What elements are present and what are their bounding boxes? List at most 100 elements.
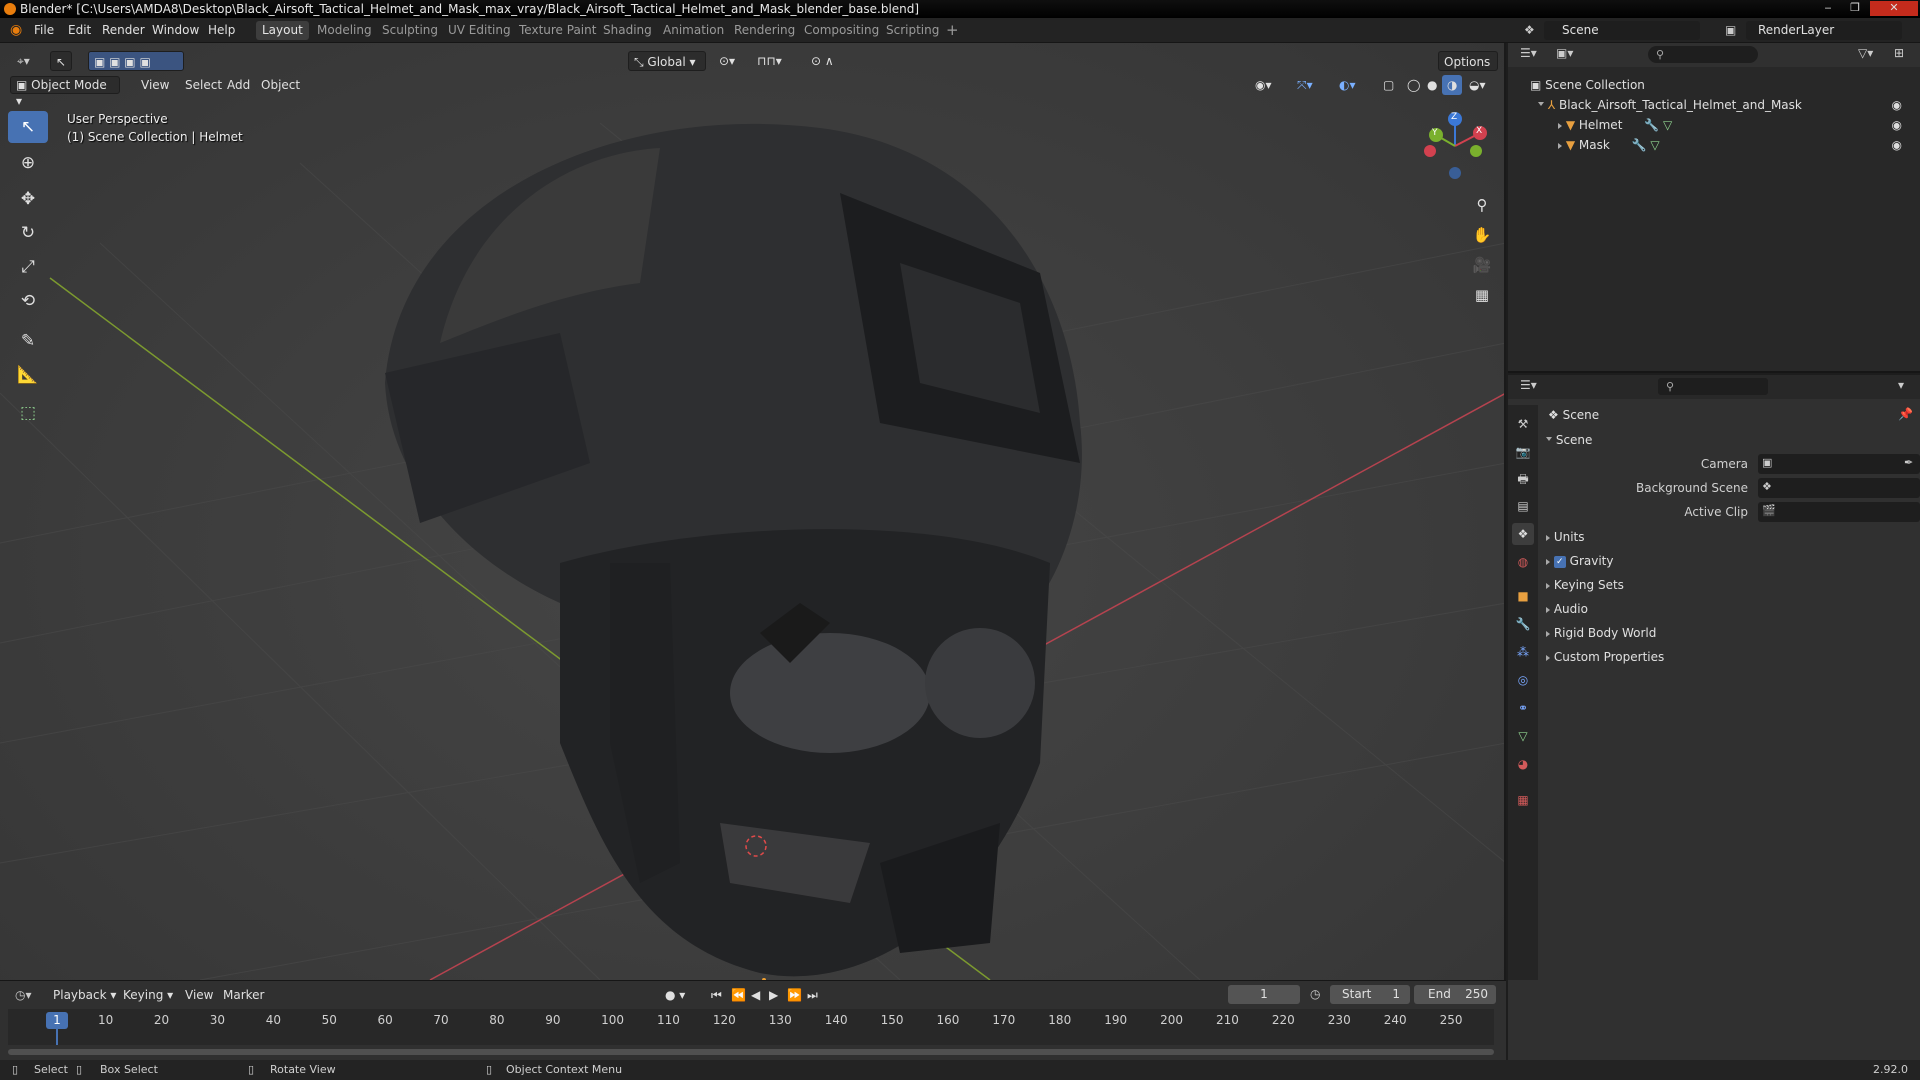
modifier-wrench-icon[interactable]: 🔧 bbox=[1644, 118, 1659, 132]
solid-shading-icon[interactable]: ● bbox=[1422, 75, 1442, 95]
3d-viewport[interactable]: ⌖▾ ↖ ▣ ▣ ▣ ▣ ⤡ Global ▾ ⊙▾ ⊓⊓▾ ⊙ ∧ Optio… bbox=[0, 43, 1506, 980]
visibility-eye-icon[interactable]: ◉ bbox=[1892, 95, 1902, 115]
scene-tab-icon[interactable]: ❖ bbox=[1512, 523, 1534, 545]
tab-scripting[interactable]: Scripting bbox=[880, 21, 945, 40]
close-button[interactable]: ✕ bbox=[1870, 1, 1918, 16]
tab-shading[interactable]: Shading bbox=[597, 21, 658, 40]
properties-editor-icon[interactable]: ☰▾ bbox=[1520, 378, 1537, 392]
pan-hand-icon[interactable]: ✋ bbox=[1468, 221, 1496, 249]
expand-arrow-icon[interactable] bbox=[1558, 123, 1562, 129]
render-layer-selector[interactable]: RenderLayer bbox=[1746, 21, 1902, 40]
editor-type-icon[interactable]: ⌖▾ bbox=[12, 51, 35, 71]
expand-arrow-icon[interactable] bbox=[1558, 143, 1562, 149]
start-frame-field[interactable]: Start 1 bbox=[1330, 985, 1410, 1004]
background-scene-field[interactable]: ❖ bbox=[1758, 478, 1920, 498]
panel-expand-icon[interactable] bbox=[1546, 631, 1550, 637]
output-tab-icon[interactable]: 🖶 bbox=[1512, 469, 1534, 491]
menu-edit[interactable]: Edit bbox=[68, 18, 91, 43]
visibility-eye-icon[interactable]: ◉ bbox=[1892, 135, 1902, 155]
viewport-menu-add[interactable]: Add bbox=[222, 75, 255, 95]
tab-sculpting[interactable]: Sculpting bbox=[376, 21, 444, 40]
navigation-gizmo[interactable]: Z X Y bbox=[1420, 111, 1490, 181]
minimize-button[interactable]: ‒ bbox=[1816, 1, 1840, 16]
timeline-menu-marker[interactable]: Marker bbox=[218, 985, 269, 1005]
properties-search-input[interactable]: ⚲ bbox=[1658, 378, 1768, 395]
snap-icon[interactable]: ⊓⊓▾ bbox=[752, 51, 787, 71]
current-frame-field[interactable]: 1 bbox=[1228, 985, 1300, 1004]
cursor-tool-icon[interactable]: ⊕ bbox=[8, 147, 48, 179]
play-icon[interactable]: ▶ bbox=[764, 985, 783, 1005]
modifier-wrench-icon[interactable]: 🔧 bbox=[1632, 138, 1647, 152]
timeline-menu-view[interactable]: View bbox=[180, 985, 218, 1005]
add-cube-tool-icon[interactable]: ⬚ bbox=[8, 397, 48, 429]
tab-compositing[interactable]: Compositing bbox=[798, 21, 885, 40]
timeline-scrollbar[interactable] bbox=[8, 1049, 1494, 1055]
select-tool-icon[interactable]: ↖ bbox=[50, 51, 72, 71]
transform-tool-icon[interactable]: ⟲ bbox=[8, 285, 48, 317]
panel-expand-icon[interactable] bbox=[1546, 655, 1550, 661]
menu-help[interactable]: Help bbox=[208, 18, 235, 43]
panel-expand-icon[interactable] bbox=[1546, 559, 1550, 565]
add-workspace-button[interactable]: + bbox=[940, 21, 965, 40]
timeline-menu-playback[interactable]: Playback ▾ bbox=[48, 985, 121, 1005]
timeline-editor-icon[interactable]: ◷▾ bbox=[10, 985, 37, 1005]
viewport-menu-select[interactable]: Select bbox=[180, 75, 227, 95]
xray-icon[interactable]: ▢ bbox=[1378, 75, 1399, 95]
playhead-frame-indicator[interactable]: 1 bbox=[46, 1012, 68, 1029]
scale-tool-icon[interactable]: ⤢ bbox=[8, 251, 48, 283]
gravity-subpanel[interactable]: ✓ Gravity bbox=[1546, 551, 1613, 571]
visibility-icon[interactable]: ◉▾ bbox=[1250, 75, 1277, 95]
object-mode-dropdown[interactable]: ▣ Object Mode ▾ bbox=[10, 76, 120, 108]
zoom-icon[interactable]: ⚲ bbox=[1468, 191, 1496, 219]
texture-tab-icon[interactable]: ▦ bbox=[1512, 789, 1534, 811]
measure-tool-icon[interactable]: 📐 bbox=[8, 359, 48, 391]
active-clip-field[interactable]: 🎬 bbox=[1758, 502, 1920, 522]
mesh-data-icon[interactable]: ▽ bbox=[1663, 118, 1672, 132]
viewport-menu-object[interactable]: Object bbox=[256, 75, 305, 95]
selection-mode-buttons[interactable]: ▣ ▣ ▣ ▣ bbox=[88, 51, 184, 71]
play-reverse-icon[interactable]: ◀ bbox=[746, 985, 765, 1005]
material-shading-icon[interactable]: ◑ bbox=[1442, 75, 1463, 95]
annotate-tool-icon[interactable]: ✎ bbox=[8, 325, 48, 357]
maximize-button[interactable]: ❐ bbox=[1843, 1, 1867, 16]
overlay-toggle-icon[interactable]: ◐▾ bbox=[1334, 75, 1361, 95]
scene-selector[interactable]: Scene bbox=[1544, 21, 1700, 40]
pivot-point-icon[interactable]: ⊙▾ bbox=[714, 51, 740, 71]
preview-range-icon[interactable]: ◷ bbox=[1310, 987, 1320, 1001]
proportional-edit-icon[interactable]: ⊙ ∧ bbox=[806, 51, 839, 71]
gizmo-toggle-icon[interactable]: ⤧▾ bbox=[1292, 75, 1318, 95]
eyedropper-icon[interactable]: ✒ bbox=[1904, 456, 1913, 469]
jump-start-icon[interactable]: ⏮ bbox=[706, 985, 727, 1005]
constraints-tab-icon[interactable]: ⚭ bbox=[1512, 697, 1534, 719]
outliner-collection-row[interactable]: ⅄ Black_Airsoft_Tactical_Helmet_and_Mask… bbox=[1508, 95, 1920, 115]
tab-texture-paint[interactable]: Texture Paint bbox=[513, 21, 602, 40]
panel-collapse-icon[interactable] bbox=[1546, 437, 1552, 444]
mesh-data-icon[interactable]: ▽ bbox=[1650, 138, 1659, 152]
tab-rendering[interactable]: Rendering bbox=[728, 21, 801, 40]
options-dropdown[interactable]: Options ▾ bbox=[1438, 51, 1498, 89]
filter-icon[interactable]: ▽▾ bbox=[1858, 46, 1873, 60]
render-tab-icon[interactable]: 📷 bbox=[1512, 441, 1534, 463]
visibility-eye-icon[interactable]: ◉ bbox=[1892, 115, 1902, 135]
panel-expand-icon[interactable] bbox=[1546, 607, 1550, 613]
tab-animation[interactable]: Animation bbox=[657, 21, 730, 40]
blender-menu-icon[interactable]: ◉ bbox=[10, 18, 22, 43]
material-tab-icon[interactable]: ◕ bbox=[1512, 753, 1534, 775]
expand-arrow-icon[interactable] bbox=[1538, 102, 1544, 109]
audio-subpanel[interactable]: Audio bbox=[1546, 599, 1588, 619]
outliner-item-helmet[interactable]: ▼ Helmet 🔧 ▽ ◉ bbox=[1508, 115, 1920, 135]
panel-expand-icon[interactable] bbox=[1546, 535, 1550, 541]
world-tab-icon[interactable]: ◍ bbox=[1512, 551, 1534, 573]
tab-layout[interactable]: Layout bbox=[256, 21, 309, 40]
camera-field[interactable]: ▣ ✒ bbox=[1758, 454, 1920, 474]
data-tab-icon[interactable]: ▽ bbox=[1512, 725, 1534, 747]
viewport-menu-view[interactable]: View bbox=[136, 75, 174, 95]
display-mode-icon[interactable]: ▣▾ bbox=[1556, 46, 1573, 60]
ortho-grid-icon[interactable]: ▦ bbox=[1468, 281, 1496, 309]
outliner-item-mask[interactable]: ▼ Mask 🔧 ▽ ◉ bbox=[1508, 135, 1920, 155]
menu-file[interactable]: File bbox=[34, 18, 54, 43]
rigid-body-world-subpanel[interactable]: Rigid Body World bbox=[1546, 623, 1656, 643]
new-collection-icon[interactable]: ⊞ bbox=[1894, 46, 1904, 60]
modifiers-tab-icon[interactable]: 🔧 bbox=[1512, 613, 1534, 635]
units-subpanel[interactable]: Units bbox=[1546, 527, 1585, 547]
